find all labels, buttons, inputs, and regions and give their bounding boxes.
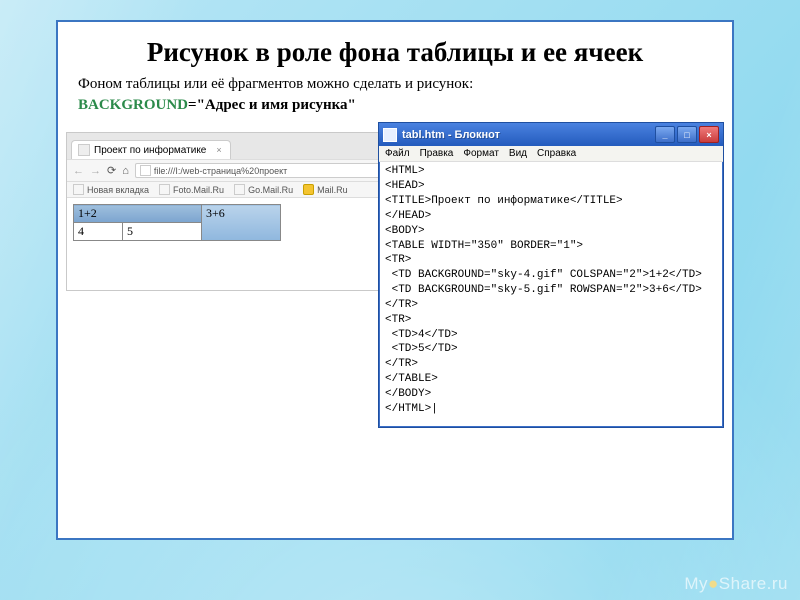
page-icon [78, 144, 90, 156]
mail-icon [303, 184, 314, 195]
bookmark-icon [73, 184, 84, 195]
bookmarks-bar: Новая вкладка Foto.Mail.Ru Go.Mail.Ru Ma… [67, 182, 397, 198]
bookmark-item[interactable]: Go.Mail.Ru [234, 184, 293, 195]
address-bar[interactable]: file:///I:/web-страница%20проект [135, 163, 391, 178]
tab-title: Проект по информатике [94, 145, 206, 156]
minimize-button[interactable]: _ [655, 126, 675, 143]
table-cell: 1+2 [74, 205, 202, 223]
forward-icon[interactable]: → [90, 165, 101, 177]
bookmark-item[interactable]: Foto.Mail.Ru [159, 184, 224, 195]
window-controls: _ □ × [655, 126, 719, 143]
menu-format[interactable]: Формат [463, 148, 499, 159]
workspace: Проект по информатике × ← → ⟳ ⌂ file:///… [78, 128, 712, 468]
page-content: 1+2 3+6 4 5 [67, 198, 397, 290]
maximize-button[interactable]: □ [677, 126, 697, 143]
bookmark-icon [234, 184, 245, 195]
menu-file[interactable]: Файл [385, 148, 410, 159]
attr-equals: = [188, 97, 197, 113]
table-cell: 3+6 [202, 205, 281, 241]
file-icon [140, 165, 151, 176]
address-text: file:///I:/web-страница%20проект [154, 166, 287, 176]
home-icon[interactable]: ⌂ [122, 165, 129, 177]
menu-edit[interactable]: Правка [420, 148, 454, 159]
attr-name: BACKGROUND [78, 97, 188, 113]
code-area[interactable]: <HTML> <HEAD> <TITLE>Проект по информати… [379, 162, 723, 426]
attribute-example: BACKGROUND="Адрес и имя рисунка" [78, 97, 712, 114]
menu-bar: Файл Правка Формат Вид Справка [379, 146, 723, 162]
reload-icon[interactable]: ⟳ [107, 164, 116, 177]
table-cell: 4 [74, 223, 123, 241]
back-icon[interactable]: ← [73, 165, 84, 177]
titlebar[interactable]: tabl.htm - Блокнот _ □ × [379, 123, 723, 146]
window-title: tabl.htm - Блокнот [402, 129, 655, 141]
browser-window: Проект по информатике × ← → ⟳ ⌂ file:///… [66, 132, 398, 291]
watermark: My●Share.ru [684, 574, 788, 594]
menu-view[interactable]: Вид [509, 148, 527, 159]
bookmark-item[interactable]: Mail.Ru [303, 184, 348, 195]
tab-strip: Проект по информатике × [67, 133, 397, 159]
example-table: 1+2 3+6 4 5 [73, 204, 281, 241]
browser-tab[interactable]: Проект по информатике × [71, 140, 231, 159]
bookmark-icon [159, 184, 170, 195]
notepad-window: tabl.htm - Блокнот _ □ × Файл Правка Фор… [378, 122, 724, 427]
attr-value: "Адрес и имя рисунка" [197, 97, 356, 113]
address-bar-row: ← → ⟳ ⌂ file:///I:/web-страница%20проект [67, 159, 397, 182]
bookmark-item[interactable]: Новая вкладка [73, 184, 149, 195]
watermark-dot-icon: ● [708, 574, 719, 593]
close-icon[interactable]: × [216, 145, 221, 155]
slide-title: Рисунок в роле фона таблицы и ее ячеек [78, 38, 712, 66]
slide-frame: Рисунок в роле фона таблицы и ее ячеек Ф… [56, 20, 734, 540]
notepad-icon [383, 128, 397, 142]
table-cell: 5 [123, 223, 202, 241]
close-button[interactable]: × [699, 126, 719, 143]
menu-help[interactable]: Справка [537, 148, 576, 159]
slide-description: Фоном таблицы или её фрагментов можно сд… [78, 76, 712, 93]
